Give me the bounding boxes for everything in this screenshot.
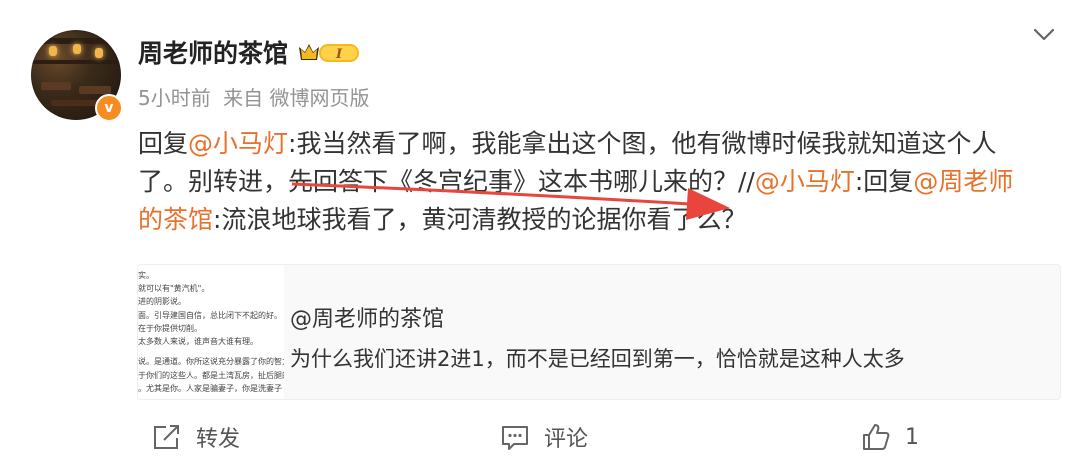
like-count: 1 [905,424,919,450]
post-text-segment: :流浪地球我看了，黄河清教授的论据你看了么？ [213,205,747,234]
thumb-text-line: 。尤其是你。人家是骗妻子，你是洗妻子 [138,384,282,393]
post-text-segment: :回复 [854,167,914,196]
verified-mark: v [104,100,114,116]
thumb-text-line: 说。是通道。你所这说充分暴露了你的智力。 [138,357,284,366]
mention-link[interactable]: @小马灯 [755,167,855,196]
like-button[interactable]: 1 [861,420,919,454]
post-text: 回复@小马灯:我当然看了啊，我能拿出这个图，他有微博时候我就知道这个人了。别转进… [138,125,1038,239]
comment-button[interactable]: 评论 [500,420,588,454]
quote-text: 为什么我们还讲2进1，而不是已经回到第一，恰恰就是这种人太多 [290,347,905,371]
thumbs-up-icon [863,424,890,450]
username[interactable]: 周老师的茶馆 [138,34,288,70]
quote-thumbnail[interactable]: 实。 就可以有"黄汽机"。 进的阴影说。 面。引导建国自信，总比闭下不起的好。 … [138,265,284,399]
thumb-text-line: 面。引导建国自信，总比闭下不起的好。 [138,311,282,320]
thumb-text-line: 于你们的这些人。都是土湾瓦房，扯后腿的 [138,371,284,380]
weibo-post: v 周老师的茶馆 I 5小时前 来自 微博网页版 回复@小马灯:我当然看了啊，我… [0,0,1080,465]
verified-badge: v [95,94,123,122]
thumb-text-line: 就可以有"黄汽机"。 [138,284,210,293]
comment-label: 评论 [544,427,589,452]
vip-crown-icon[interactable]: I [297,40,361,66]
quoted-post-card[interactable]: 实。 就可以有"黄汽机"。 进的阴影说。 面。引导建国自信，总比闭下不起的好。 … [137,264,1061,400]
thumb-text-line: 太多数人来说，谁声音大谁有理。 [138,337,258,346]
post-meta: 5小时前 来自 微博网页版 [138,82,375,111]
reply-prefix: 回复 [138,129,189,158]
action-bar: 转发 评论 1 [0,410,1080,465]
comment-icon [502,426,528,450]
post-source: 来自 微博网页版 [223,86,370,110]
post-time[interactable]: 5小时前 [138,86,211,110]
thumb-text-line: 实。 [138,271,154,280]
thumb-text-line: 在于你提供切削。 [138,324,202,333]
repost-icon [154,425,179,449]
vip-level: I [335,47,343,62]
mention-link[interactable]: @小马灯 [188,129,288,158]
repost-label: 转发 [196,427,241,452]
chevron-down-icon[interactable] [1030,24,1058,46]
quote-author[interactable]: @周老师的茶馆 [290,301,444,333]
repost-button[interactable]: 转发 [152,420,240,454]
thumb-text-line: 进的阴影说。 [138,297,186,306]
